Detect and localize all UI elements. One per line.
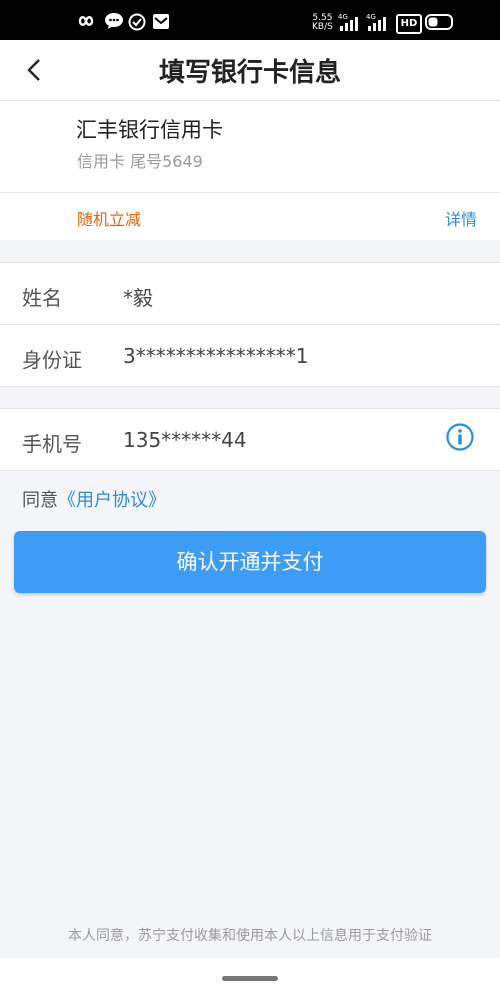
signal-icon-1 [340,17,358,31]
phone-value: 135******44 [123,428,247,452]
promo-label: 随机立减 [77,210,142,229]
chat-bubble-icon [105,13,123,29]
promo-bar [0,193,500,240]
name-value: *毅 [123,286,153,310]
check-circle-icon [128,13,146,31]
name-label: 姓名 [22,286,62,310]
status-time: 10:38 [22,8,70,29]
hd-badge: HD [396,14,422,34]
signal-icon-2 [368,17,386,31]
bank-name: 汇丰银行信用卡 [76,118,223,142]
home-indicator[interactable] [222,976,278,981]
net-speed-unit: KB/S [312,22,333,32]
net-speed: 5.55 KB/S [312,14,333,32]
page-title: 填写银行卡信息 [158,58,341,88]
id-value: 3****************1 [123,344,309,368]
mail-icon [153,14,169,29]
promo-detail-link[interactable]: 详情 [445,206,477,230]
agreement-line: 同意《用户协议》 [22,486,166,512]
confirm-pay-button[interactable]: 确认开通并支付 [14,531,486,593]
battery-icon [425,14,453,30]
phone-label: 手机号 [22,432,82,456]
footer-note: 本人同意，苏宁支付收集和使用本人以上信息用于支付验证 [68,928,432,944]
info-icon[interactable] [446,423,474,451]
card-info-block [0,101,500,193]
card-type-tail: 信用卡 尾号5649 [77,152,203,171]
name-row [0,262,500,325]
agreement-prefix: 同意 [22,490,58,511]
infinity-icon [78,16,94,26]
id-label: 身份证 [22,348,82,372]
user-agreement-link[interactable]: 《用户协议》 [58,490,166,511]
battery-level: 40 [456,9,477,29]
